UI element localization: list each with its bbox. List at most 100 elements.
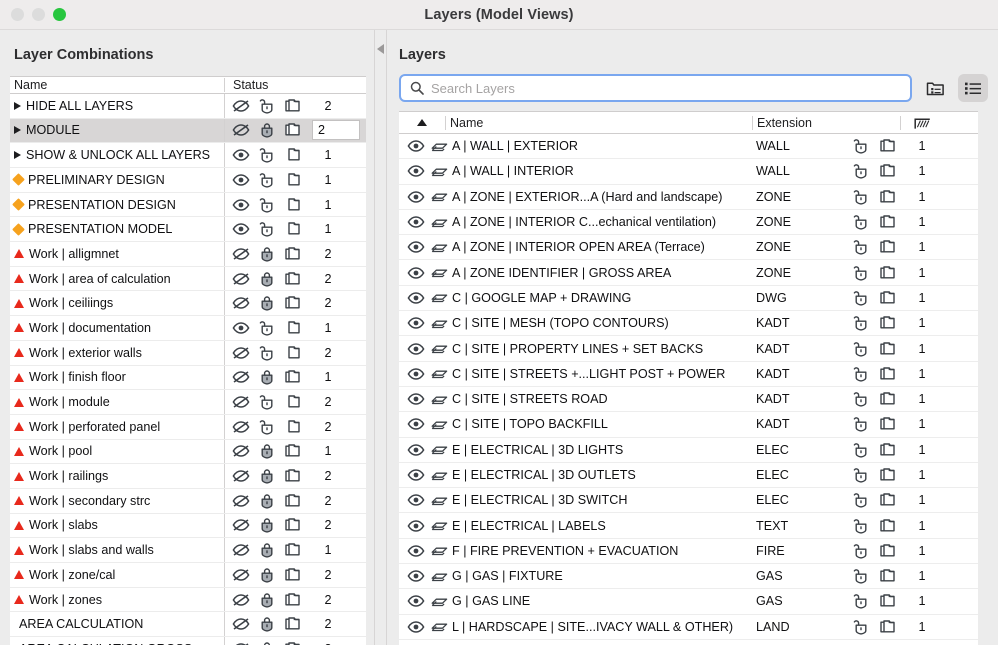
layer-combination-row[interactable]: HIDE ALL LAYERS 2 [10, 93, 366, 119]
layer-combination-name[interactable]: Work | railings [10, 469, 224, 483]
layer-count-field[interactable]: 2 [310, 395, 346, 409]
lock-icon[interactable] [259, 493, 275, 509]
layers-icon[interactable] [431, 620, 448, 633]
layer-row[interactable]: E | ELECTRICAL | LABELS TEXT 1 [399, 513, 978, 539]
layer-combination-row[interactable]: Work | finish floor 1 [10, 365, 366, 391]
layer-combination-row[interactable]: Work | module 2 [10, 390, 366, 415]
visibility-eye-icon[interactable] [232, 148, 250, 162]
copy-icon[interactable] [874, 543, 900, 559]
copy-icon[interactable] [874, 619, 900, 635]
visibility-eye-icon[interactable] [232, 99, 250, 113]
layer-count-field[interactable]: 2 [310, 518, 346, 532]
layer-row[interactable]: A | WALL | EXTERIOR WALL 1 [399, 134, 978, 160]
visibility-eye-icon[interactable] [232, 346, 250, 360]
layer-combination-row[interactable]: Work | documentation 1 [10, 316, 366, 341]
layer-combination-row[interactable]: AREA CALCULATION 2 [10, 612, 366, 638]
layer-row[interactable]: C | SITE | STREETS +...LIGHT POST + POWE… [399, 362, 978, 387]
pen-number[interactable]: 1 [900, 190, 944, 204]
copy-icon[interactable] [874, 568, 900, 584]
copy-icon[interactable] [874, 492, 900, 508]
layer-combination-name[interactable]: Work | secondary strc [10, 494, 224, 508]
layer-count-field[interactable]: 1 [310, 148, 346, 162]
layer-count-field[interactable]: 2 [312, 120, 360, 141]
copy-icon[interactable] [284, 320, 301, 336]
visibility-eye-icon[interactable] [232, 444, 250, 458]
layer-combination-name[interactable]: Work | alligmnet [10, 247, 224, 261]
collapse-arrow-icon[interactable] [377, 44, 384, 54]
copy-icon[interactable] [874, 593, 900, 609]
pen-number[interactable]: 1 [900, 367, 944, 381]
layer-combination-name[interactable]: Work | slabs [10, 518, 224, 532]
lock-icon[interactable] [259, 542, 275, 558]
copy-icon[interactable] [874, 341, 900, 357]
lock-icon[interactable] [848, 543, 874, 559]
layer-combination-row[interactable]: Work | exterior walls 2 [10, 340, 366, 366]
layer-combination-row[interactable]: Work | alligmnet 2 [10, 242, 366, 267]
layer-combination-row[interactable]: Work | perforated panel 2 [10, 414, 366, 440]
column-header-status[interactable]: Status [224, 77, 366, 92]
layer-combination-name[interactable]: AREA CALCULATION [10, 617, 224, 631]
pen-number[interactable]: 1 [900, 316, 944, 330]
layer-count-field[interactable]: 2 [310, 296, 346, 310]
lock-icon[interactable] [848, 568, 874, 584]
layer-combination-row[interactable]: Work | zone/cal 2 [10, 563, 366, 588]
copy-icon[interactable] [284, 122, 301, 138]
layer-combination-row[interactable]: Work | area of calculation 2 [10, 266, 366, 292]
visibility-eye-icon[interactable] [232, 420, 250, 434]
layer-combination-row[interactable]: AREA CALCULATION GROSS2 [10, 637, 366, 645]
copy-icon[interactable] [874, 290, 900, 306]
copy-icon[interactable] [284, 542, 301, 558]
panel-splitter[interactable] [375, 30, 387, 645]
lock-icon[interactable] [259, 295, 275, 311]
visibility-eye-icon[interactable] [232, 543, 250, 557]
lock-icon[interactable] [259, 394, 275, 410]
visibility-eye-icon[interactable] [232, 173, 250, 187]
layer-count-field[interactable]: 2 [310, 617, 346, 631]
layers-icon[interactable] [431, 317, 448, 330]
lock-icon[interactable] [259, 147, 275, 163]
layer-count-field[interactable]: 2 [310, 593, 346, 607]
layer-count-field[interactable]: 1 [310, 444, 346, 458]
visibility-eye-icon[interactable] [407, 569, 425, 583]
layer-row[interactable]: C | SITE | PROPERTY LINES + SET BACKS KAD… [399, 336, 978, 362]
layer-combination-name[interactable]: Work | zone/cal [10, 568, 224, 582]
visibility-eye-icon[interactable] [232, 518, 250, 532]
layer-combination-row[interactable]: Work | pool 1 [10, 439, 366, 465]
layers-icon[interactable] [431, 443, 448, 456]
visibility-eye-icon[interactable] [232, 296, 250, 310]
layers-icon[interactable] [431, 418, 448, 431]
copy-icon[interactable] [284, 419, 301, 435]
visibility-eye-icon[interactable] [407, 240, 425, 254]
disclosure-triangle-icon[interactable] [14, 151, 21, 160]
layer-row[interactable]: G | GAS | FIXTURE GAS 1 [399, 564, 978, 590]
layer-row[interactable]: A | ZONE | EXTERIOR...A (Hard and landsc… [399, 185, 978, 210]
visibility-eye-icon[interactable] [407, 291, 425, 305]
layer-combination-name[interactable]: HIDE ALL LAYERS [10, 99, 224, 113]
pen-number[interactable]: 1 [900, 342, 944, 356]
copy-icon[interactable] [874, 138, 900, 154]
layer-row[interactable]: C | SITE | STREETS ROAD KADT 1 [399, 387, 978, 413]
layer-combination-row[interactable]: Work | railings 2 [10, 464, 366, 489]
copy-icon[interactable] [284, 369, 301, 385]
copy-icon[interactable] [284, 517, 301, 533]
layer-combination-row[interactable]: PRESENTATION DESIGN 1 [10, 192, 366, 218]
visibility-eye-icon[interactable] [232, 321, 250, 335]
visibility-eye-icon[interactable] [407, 519, 425, 533]
visibility-eye-icon[interactable] [407, 367, 425, 381]
layer-row[interactable]: E | ELECTRICAL | 3D OUTLETS ELEC 1 [399, 463, 978, 489]
layer-row[interactable]: E | ELECTRICAL | 3D LIGHTS ELEC 1 [399, 438, 978, 463]
copy-icon[interactable] [284, 394, 301, 410]
pen-number[interactable]: 1 [900, 417, 944, 431]
lock-icon[interactable] [848, 341, 874, 357]
lock-icon[interactable] [259, 369, 275, 385]
search-layers-field[interactable]: Search Layers [399, 74, 912, 102]
layer-combination-name[interactable]: Work | pool [10, 444, 224, 458]
visibility-eye-icon[interactable] [232, 617, 250, 631]
copy-icon[interactable] [284, 172, 301, 188]
lock-icon[interactable] [259, 616, 275, 632]
copy-icon[interactable] [874, 467, 900, 483]
visibility-eye-icon[interactable] [407, 139, 425, 153]
lock-icon[interactable] [848, 442, 874, 458]
lock-icon[interactable] [259, 320, 275, 336]
visibility-eye-icon[interactable] [407, 594, 425, 608]
